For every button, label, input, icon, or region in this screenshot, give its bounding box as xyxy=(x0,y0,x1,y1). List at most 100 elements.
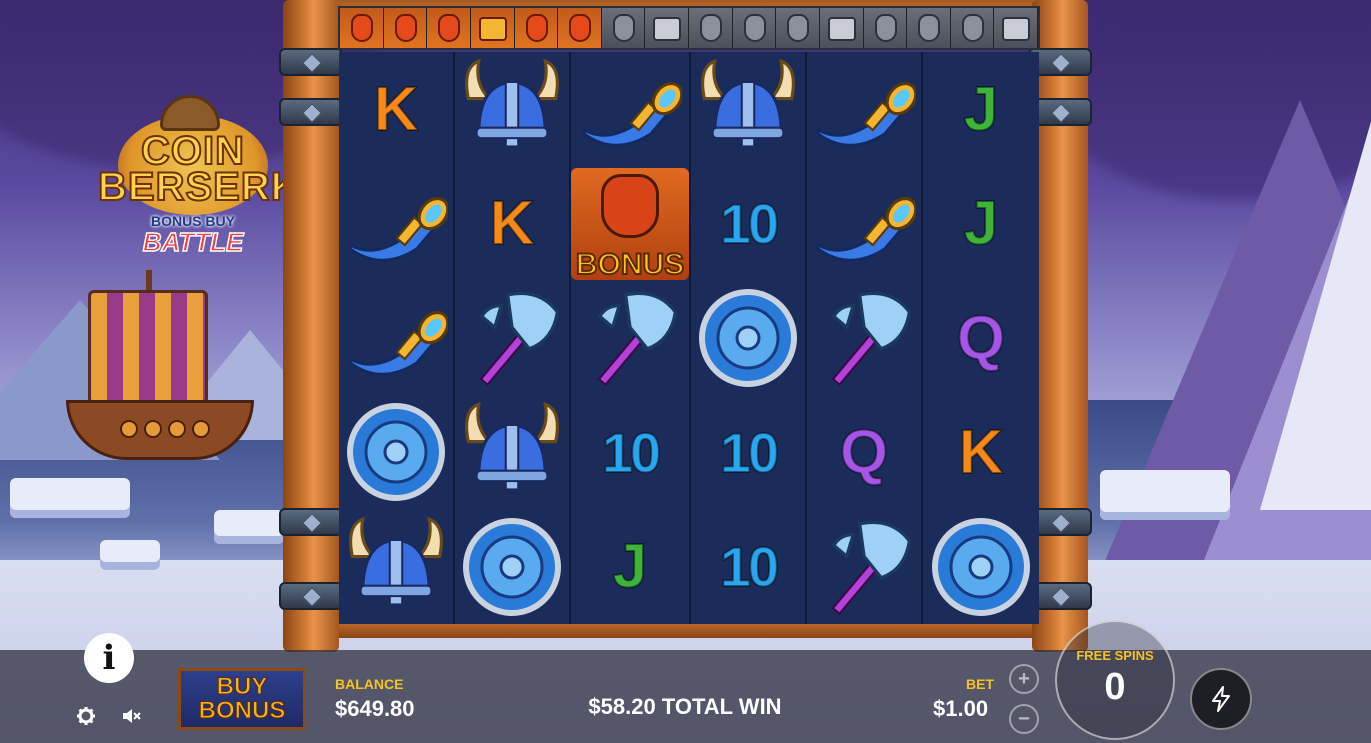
meter-viking-cell xyxy=(776,8,820,48)
viking-helmet-icon xyxy=(349,516,443,606)
battle-axe-icon xyxy=(831,520,912,616)
symbol-horn xyxy=(807,166,921,280)
ship-shield-icon xyxy=(192,420,210,438)
bet-increase-button[interactable]: + xyxy=(1009,664,1039,694)
symbol-shield xyxy=(691,281,805,395)
battle-axe-icon xyxy=(479,291,560,387)
symbol-letter: 10 xyxy=(719,191,780,256)
viking-face-icon xyxy=(787,14,810,42)
viking-face-icon xyxy=(918,14,941,42)
drinking-horn-icon xyxy=(348,196,448,262)
ice-floe xyxy=(10,478,130,518)
reel-column: BONUS 10 J xyxy=(571,52,691,624)
drinking-horn-icon xyxy=(348,310,448,376)
symbol-j: J xyxy=(923,166,1039,280)
symbol-helmet xyxy=(691,52,805,166)
reel-column: K xyxy=(455,52,571,624)
meter-viking-cell xyxy=(907,8,951,48)
symbol-letter: 10 xyxy=(601,420,662,485)
frame-post-left xyxy=(279,0,343,652)
bet-label: BET xyxy=(966,676,994,692)
symbol-shield xyxy=(923,510,1039,624)
ship-shield-icon xyxy=(144,420,162,438)
balance-label: BALANCE xyxy=(335,676,404,692)
round-shield-icon xyxy=(932,517,1030,616)
lightning-icon xyxy=(1212,686,1230,712)
symbol-letter: Q xyxy=(956,303,1006,374)
meter-viking-cell xyxy=(514,8,559,48)
viking-face-icon xyxy=(438,14,461,42)
viking-face-icon xyxy=(569,14,592,42)
bet-decrease-button[interactable]: − xyxy=(1009,704,1039,734)
symbol-q: Q xyxy=(807,395,921,509)
symbol-helmet xyxy=(455,395,569,509)
ice-floe xyxy=(214,510,284,544)
turbo-button[interactable] xyxy=(1190,668,1252,730)
buy-bonus-line2: BONUS xyxy=(198,697,286,724)
round-shield-icon xyxy=(699,289,797,388)
symbol-shield xyxy=(455,510,569,624)
bonus-label: BONUS xyxy=(575,247,685,282)
viking-face-icon xyxy=(874,14,897,42)
symbol-horn xyxy=(339,166,453,280)
symbol-j: J xyxy=(571,510,689,624)
meter-viking-cell xyxy=(950,8,995,48)
symbol-axe xyxy=(807,510,921,624)
bet-value: $1.00 xyxy=(933,696,989,721)
meter-viking-cell xyxy=(732,8,777,48)
symbol-q: Q xyxy=(923,281,1039,395)
symbol-helmet xyxy=(455,52,569,166)
symbol-shield xyxy=(339,395,453,509)
meter-viking-cell xyxy=(383,8,428,48)
treasure-chest-icon xyxy=(827,17,856,41)
symbol-j: J xyxy=(923,52,1039,166)
viking-helmet-icon xyxy=(465,402,559,491)
viking-face-icon xyxy=(394,14,417,42)
buy-bonus-button[interactable]: BUY BONUS xyxy=(178,668,306,730)
symbol-letter: J xyxy=(612,531,649,602)
reel-column: K xyxy=(339,52,455,624)
symbol-10: 10 xyxy=(691,395,805,509)
drinking-horn-icon xyxy=(816,196,916,262)
free-spins-label: FREE SPINS xyxy=(1076,648,1154,663)
meter-viking-cell xyxy=(689,8,733,48)
symbol-10: 10 xyxy=(691,510,805,624)
battle-axe-icon xyxy=(831,291,912,387)
symbol-k: K xyxy=(455,166,569,280)
ship-shield-icon xyxy=(168,420,186,438)
meter-viking-cell xyxy=(558,8,602,48)
reel-grid: K K BONUS 10 J 10 10 10 Q J J Q K xyxy=(339,52,1039,624)
symbol-k: K xyxy=(339,52,453,166)
symbol-10: 10 xyxy=(571,395,689,509)
meter-chest-cell xyxy=(819,8,864,48)
meter-viking-cell xyxy=(863,8,908,48)
ship-sail xyxy=(88,290,208,408)
total-win: $58.20 TOTAL WIN xyxy=(588,694,782,719)
symbol-axe xyxy=(807,281,921,395)
viking-face-icon xyxy=(601,173,659,238)
symbol-letter: 10 xyxy=(719,420,780,485)
sound-button[interactable] xyxy=(117,702,145,730)
meter-chest-cell xyxy=(994,8,1038,48)
symbol-10: 10 xyxy=(691,166,805,280)
reel-column: JJQK xyxy=(923,52,1039,624)
viking-face-icon xyxy=(700,14,722,42)
info-button[interactable]: i xyxy=(84,633,134,683)
symbol-letter: K xyxy=(958,417,1005,488)
minus-icon: − xyxy=(1018,707,1030,730)
symbol-horn xyxy=(339,281,453,395)
logo-title-line2: BERSERK xyxy=(97,165,301,209)
reel-column: 10 10 10 xyxy=(691,52,807,624)
symbol-letter: J xyxy=(963,74,1000,145)
viking-helmet-icon xyxy=(701,58,795,148)
settings-button[interactable] xyxy=(72,702,100,730)
logo-battle: BATTLE xyxy=(142,226,244,258)
viking-face-icon xyxy=(612,14,635,42)
drinking-horn-icon xyxy=(816,82,916,148)
symbol-horn xyxy=(571,52,689,166)
ice-floe xyxy=(1100,470,1230,520)
reel-column: Q xyxy=(807,52,923,624)
symbol-letter: 10 xyxy=(719,534,780,599)
viking-face-icon xyxy=(525,14,548,42)
info-icon: i xyxy=(102,638,116,678)
